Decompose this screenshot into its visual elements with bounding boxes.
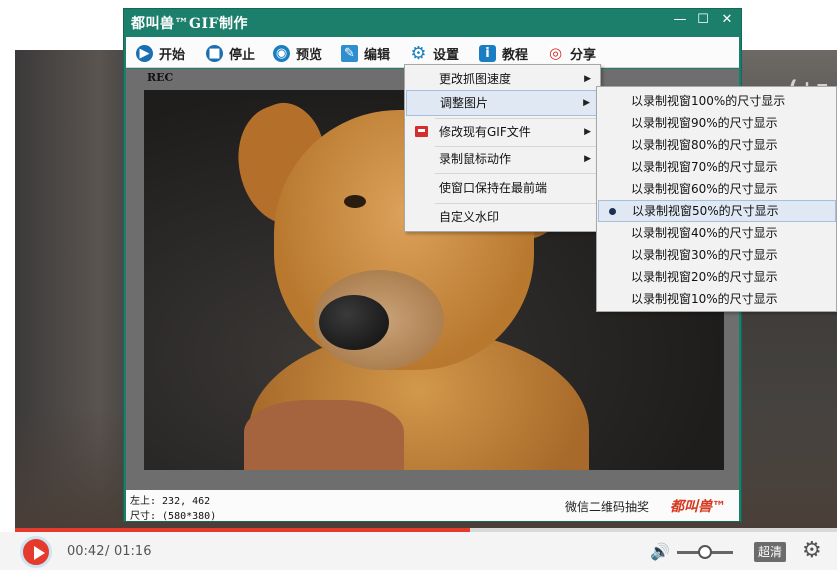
info-icon: i (479, 44, 496, 62)
submenu-item-label: 以录制视窗60%的尺寸显示 (631, 182, 778, 196)
submenu-arrow-icon: ▶ (584, 127, 591, 137)
menu-item-always-on-top[interactable]: 使窗口保持在最前端 (406, 175, 599, 201)
preview-icon: ◉ (273, 44, 290, 62)
menu-item-label: 更改抓图速度 (439, 72, 512, 86)
dog-nose (319, 295, 389, 350)
submenu-item-label: 以录制视窗10%的尺寸显示 (631, 292, 778, 306)
menu-item-label: 修改现有GIF文件 (439, 125, 531, 139)
minimize-button[interactable]: — (670, 12, 690, 28)
play-button[interactable] (20, 536, 52, 568)
start-button[interactable]: ▶ 开始 (136, 42, 185, 64)
share-label: 分享 (570, 47, 597, 63)
settings-label: 设置 (433, 47, 460, 63)
tutorial-label: 教程 (502, 47, 529, 63)
submenu-item-label: 以录制视窗90%的尺寸显示 (631, 116, 778, 130)
submenu-item-80[interactable]: 以录制视窗80%的尺寸显示 (598, 134, 836, 156)
submenu-item-50[interactable]: 以录制视窗50%的尺寸显示 (598, 200, 836, 222)
submenu-item-40[interactable]: 以录制视窗40%的尺寸显示 (598, 222, 836, 244)
submenu-item-label: 以录制视窗70%的尺寸显示 (631, 160, 778, 174)
preview-button[interactable]: ◉ 预览 (273, 42, 322, 64)
resize-submenu: 以录制视窗100%的尺寸显示 以录制视窗90%的尺寸显示 以录制视窗80%的尺寸… (596, 86, 837, 312)
quality-button[interactable]: 超清 (754, 542, 786, 562)
edit-icon: ✎ (341, 44, 358, 62)
gear-icon: ⚙ (410, 42, 427, 64)
submenu-arrow-icon: ▶ (584, 154, 591, 164)
menu-item-capture-speed[interactable]: 更改抓图速度 ▶ (406, 66, 599, 92)
weibo-icon: ◎ (547, 44, 564, 62)
dog-eye-left (344, 195, 366, 208)
menu-item-label: 录制鼠标动作 (439, 152, 512, 166)
menu-separator (435, 173, 598, 174)
edit-label: 编辑 (364, 47, 391, 63)
menu-item-label: 调整图片 (440, 96, 489, 110)
gif-file-icon (415, 126, 428, 137)
edit-button[interactable]: ✎ 编辑 (341, 42, 390, 64)
maximize-button[interactable]: ☐ (693, 12, 713, 28)
submenu-arrow-icon: ▶ (583, 98, 590, 108)
submenu-item-20[interactable]: 以录制视窗20%的尺寸显示 (598, 266, 836, 288)
share-button[interactable]: ◎ 分享 (547, 42, 596, 64)
app-title: 都叫兽™GIF制作 (131, 16, 248, 32)
volume-slider-knob[interactable] (698, 545, 712, 559)
submenu-item-100[interactable]: 以录制视窗100%的尺寸显示 (598, 90, 836, 112)
position-readout: 左上: 232, 462 (130, 496, 211, 507)
current-time: 00:42 (67, 544, 105, 559)
radio-selected-icon (609, 208, 616, 215)
menu-item-label: 自定义水印 (439, 210, 500, 224)
total-time: 01:16 (114, 544, 152, 559)
brand-logo: 都叫兽™ (670, 499, 726, 515)
rec-label: REC (147, 71, 174, 84)
time-separator: / (105, 544, 110, 559)
menu-item-record-mouse[interactable]: 录制鼠标动作 ▶ (406, 146, 599, 172)
menu-item-custom-watermark[interactable]: 自定义水印 (406, 204, 599, 230)
stop-button[interactable]: ■ 停止 (206, 42, 255, 64)
stop-icon: ■ (206, 44, 223, 62)
submenu-item-10[interactable]: 以录制视窗10%的尺寸显示 (598, 288, 836, 310)
submenu-item-label: 以录制视窗80%的尺寸显示 (631, 138, 778, 152)
qr-lottery-link[interactable]: 微信二维码抽奖 (565, 498, 649, 515)
size-readout: 尺寸: (580*380) (130, 511, 217, 522)
video-controls: 00:42 / 01:16 🔊 超清 ⚙ (0, 532, 837, 570)
submenu-item-label: 以录制视窗30%的尺寸显示 (631, 248, 778, 262)
submenu-item-60[interactable]: 以录制视窗60%的尺寸显示 (598, 178, 836, 200)
tutorial-button[interactable]: i 教程 (479, 42, 528, 64)
hand (244, 400, 404, 470)
submenu-item-label: 以录制视窗100%的尺寸显示 (631, 94, 786, 108)
play-icon: ▶ (136, 44, 153, 62)
menu-item-label: 使窗口保持在最前端 (439, 181, 548, 195)
start-label: 开始 (159, 47, 186, 63)
close-button[interactable]: ✕ (717, 12, 737, 28)
volume-icon[interactable]: 🔊 (650, 542, 670, 561)
gear-icon[interactable]: ⚙ (802, 538, 822, 563)
menu-item-resize-image[interactable]: 调整图片 ▶ (406, 90, 599, 116)
submenu-arrow-icon: ▶ (584, 74, 591, 84)
settings-menu: 更改抓图速度 ▶ 调整图片 ▶ 修改现有GIF文件 ▶ 录制鼠标动作 ▶ 使窗口… (404, 64, 601, 232)
menu-item-edit-gif[interactable]: 修改现有GIF文件 ▶ (406, 119, 599, 145)
screen: (+z 00:42 / 01:16 🔊 超清 ⚙ 都叫兽™GIF制作 — ☐ ✕… (0, 0, 837, 570)
submenu-item-70[interactable]: 以录制视窗70%的尺寸显示 (598, 156, 836, 178)
title-bar[interactable]: 都叫兽™GIF制作 — ☐ ✕ (124, 9, 741, 35)
submenu-item-90[interactable]: 以录制视窗90%的尺寸显示 (598, 112, 836, 134)
submenu-item-label: 以录制视窗50%的尺寸显示 (632, 204, 779, 218)
settings-button[interactable]: ⚙ 设置 (410, 42, 459, 64)
preview-label: 预览 (296, 47, 323, 63)
status-bar: 左上: 232, 462 尺寸: (580*380) 微信二维码抽奖 都叫兽™ (126, 490, 739, 522)
submenu-item-30[interactable]: 以录制视窗30%的尺寸显示 (598, 244, 836, 266)
submenu-item-label: 以录制视窗20%的尺寸显示 (631, 270, 778, 284)
submenu-item-label: 以录制视窗40%的尺寸显示 (631, 226, 778, 240)
stop-label: 停止 (229, 47, 256, 63)
